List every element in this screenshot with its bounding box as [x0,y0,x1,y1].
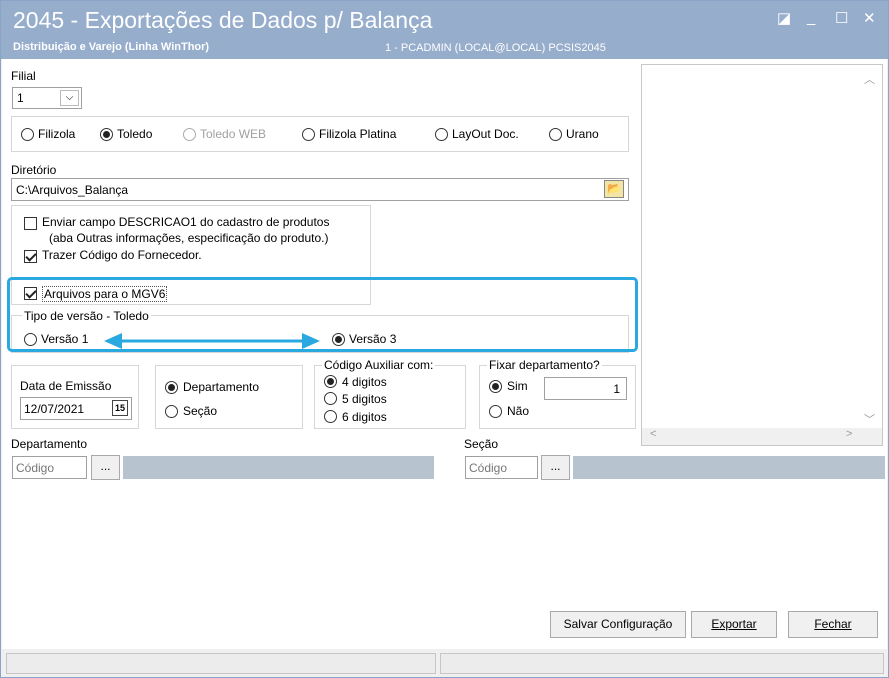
radio-4-digitos[interactable] [324,375,337,388]
diretorio-value: C:\Arquivos_Balança [16,183,129,197]
agrupamento-group [155,365,303,429]
radio-departamento[interactable] [165,381,178,394]
scroll-left-icon[interactable]: < [650,428,656,440]
window-subtitle: Distribuição e Varejo (Linha WinThor) [13,41,210,53]
label-filizola: Filizola [38,127,76,141]
status-panel-right [440,653,884,674]
radio-toledo-web [183,128,196,141]
trazer-codigo-label: Trazer Código do Fornecedor. [42,248,202,262]
secao-label: Seção [464,437,499,451]
departamento-codigo-placeholder: Código [16,461,55,475]
5-digitos-label: 5 digitos [342,392,387,406]
scroll-right-icon[interactable]: > [846,428,852,440]
fixar-nao-label: Não [507,404,530,418]
fixar-departamento-input[interactable]: 1 [544,377,627,400]
6-digitos-label: 6 digitos [342,410,387,424]
fechar-button[interactable]: Fechar [788,611,878,638]
right-list-panel[interactable]: ︿ ﹀ < > [641,64,883,446]
user-info: 1 - PCADMIN (LOCAL@LOCAL) PCSIS2045 [385,42,606,54]
radio-filizola[interactable] [21,128,34,141]
close-icon[interactable]: ✕ [863,9,876,27]
filial-select[interactable]: 1 ⌵ [12,87,82,109]
secao-option-label: Seção [183,404,218,418]
salvar-configuracao-button[interactable]: Salvar Configuração [550,611,686,638]
secao-codigo-input[interactable]: Código [465,456,538,479]
status-bar [2,650,887,677]
departamento-description-field [123,456,434,479]
chevron-down-icon[interactable]: ⌵ [60,90,79,106]
enviar-descricao-line1: Enviar campo DESCRICAO1 do cadastro de p… [42,215,330,229]
scroll-down-icon[interactable]: ﹀ [864,411,875,427]
secao-codigo-placeholder: Código [469,461,508,475]
filial-label: Filial [11,69,36,83]
label-urano: Urano [566,127,599,141]
fixar-departamento-label: Fixar departamento? [487,358,602,372]
radio-5-digitos[interactable] [324,392,337,405]
check-trazer-codigo[interactable] [24,250,37,263]
label-filizola-platina: Filizola Platina [319,127,397,141]
status-panel-left [6,653,436,674]
departamento-option-label: Departamento [183,380,260,394]
label-layout-doc: LayOut Doc. [452,127,519,141]
secao-search-button[interactable]: ... [541,455,570,480]
folder-open-icon[interactable]: 📂 [604,180,624,198]
radio-toledo[interactable] [100,128,113,141]
radio-6-digitos[interactable] [324,410,337,423]
label-toledo-web: Toledo WEB [200,127,267,141]
scroll-up-icon[interactable]: ︿ [864,71,875,87]
calendar-icon[interactable]: 15 [112,400,128,416]
departamento-codigo-input[interactable]: Código [12,456,87,479]
label-toledo: Toledo [117,127,153,141]
window-title: 2045 - Exportações de Dados p/ Balança [13,7,433,33]
minimize-icon[interactable]: _ [807,9,815,26]
balanca-group: Filizola Toledo Toledo WEB Filizola Plat… [11,116,629,152]
data-emissao-label: Data de Emissão [20,379,112,393]
radio-layout-doc[interactable] [435,128,448,141]
4-digitos-label: 4 digitos [342,375,387,389]
double-arrow-annotation [104,333,320,349]
maximize-icon[interactable]: ☐ [835,9,848,27]
codigo-auxiliar-label: Código Auxiliar com: [322,358,436,372]
secao-description-field [573,456,885,479]
check-enviar-descricao[interactable] [24,217,37,230]
fixar-departamento-value: 1 [613,382,620,396]
data-emissao-input[interactable]: 12/07/2021 15 [20,397,132,420]
departamento-search-button[interactable]: ... [91,455,120,480]
filial-value: 1 [17,91,24,105]
radio-urano[interactable] [549,128,562,141]
client-area: Filial 1 ⌵ Filizola Toledo Toledo WEB Fi… [2,59,887,649]
data-emissao-value: 12/07/2021 [24,402,85,416]
title-bar: 2045 - Exportações de Dados p/ Balança D… [1,1,888,59]
fixar-sim-label: Sim [507,379,528,393]
diretorio-label: Diretório [11,163,57,177]
radio-fixar-sim[interactable] [489,380,502,393]
horizontal-scrollbar[interactable]: < > [642,428,882,445]
enviar-descricao-line2: (aba Outras informações, especificação d… [49,231,329,245]
main-window: 2045 - Exportações de Dados p/ Balança D… [0,0,889,678]
radio-fixar-nao[interactable] [489,405,502,418]
radio-secao[interactable] [165,405,178,418]
departamento-label: Departamento [11,437,88,451]
radio-filizola-platina[interactable] [302,128,315,141]
restore-icon[interactable]: ◪ [777,9,791,27]
diretorio-input[interactable]: C:\Arquivos_Balança 📂 [11,178,629,201]
exportar-button[interactable]: Exportar [691,611,777,638]
